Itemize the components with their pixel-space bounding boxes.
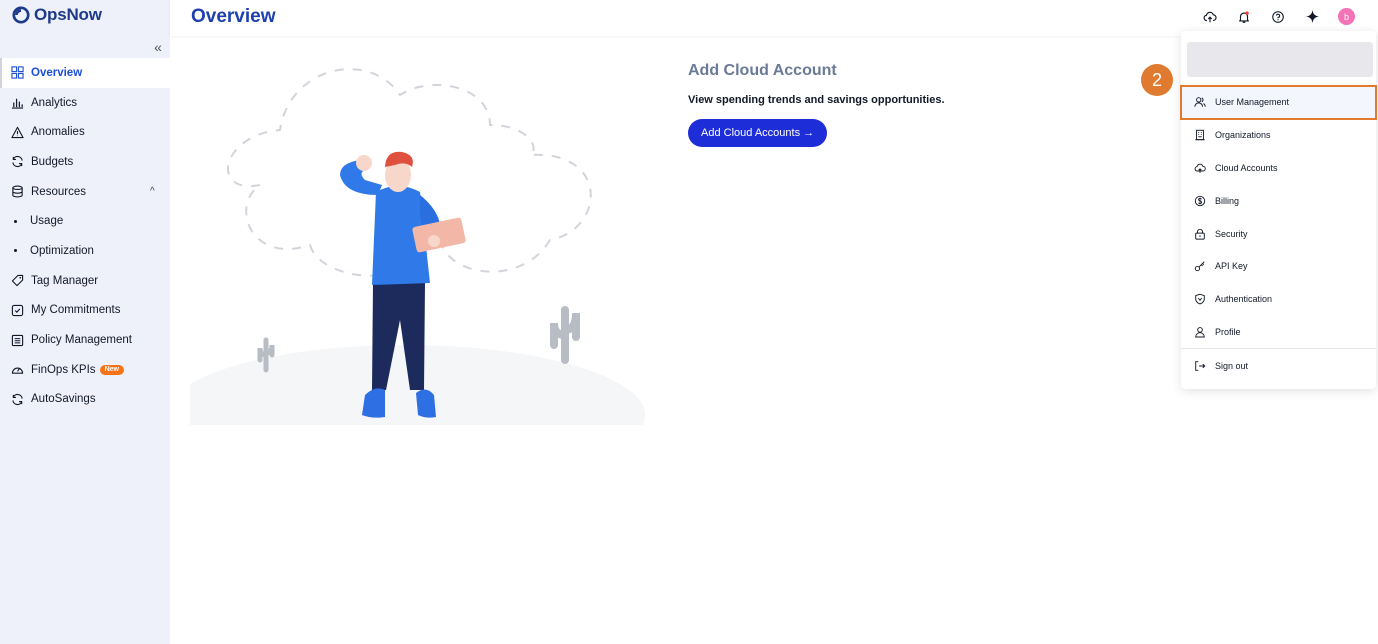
- sidebar-item-tag-manager[interactable]: Tag Manager: [0, 266, 170, 296]
- sidebar-item-resources[interactable]: Resources ^: [0, 177, 170, 207]
- new-badge: New: [99, 364, 124, 375]
- sidebar-nav: Overview Analytics Anomalies Budgets Res…: [0, 58, 170, 414]
- menu-item-label: Profile: [1215, 326, 1241, 337]
- add-cloud-accounts-button[interactable]: Add Cloud Accounts →: [688, 119, 828, 147]
- users-icon: [1193, 95, 1207, 109]
- key-icon: [1193, 259, 1207, 273]
- grid-icon: [10, 66, 24, 80]
- sidebar-item-label: AutoSavings: [31, 393, 96, 406]
- dollar-icon: [1193, 194, 1207, 208]
- sidebar-item-analytics[interactable]: Analytics: [0, 88, 170, 118]
- sidebar-item-label: Budgets: [31, 155, 74, 168]
- menu-item-label: User Management: [1215, 97, 1290, 108]
- menu-item-label: Billing: [1215, 195, 1240, 206]
- opsnow-logo-icon: [12, 6, 30, 24]
- checkbox-icon: [10, 303, 24, 317]
- menu-item-label: Cloud Accounts: [1215, 162, 1278, 173]
- menu-item-label: Authentication: [1215, 294, 1273, 305]
- sparkle-icon[interactable]: [1304, 9, 1320, 25]
- menu-item-user-management[interactable]: User Management: [1180, 85, 1377, 120]
- user-icon: [1193, 325, 1207, 339]
- chevron-up-icon[interactable]: ^: [150, 186, 155, 197]
- warning-icon: [10, 125, 24, 139]
- sidebar-item-label: My Commitments: [31, 304, 121, 317]
- sidebar-item-label: Optimization: [30, 244, 94, 257]
- sidebar-item-my-commitments[interactable]: My Commitments: [0, 296, 170, 326]
- user-info-placeholder: [1187, 42, 1373, 77]
- sidebar-item-label: Usage: [30, 215, 64, 228]
- sidebar-item-overview[interactable]: Overview: [0, 58, 170, 88]
- menu-item-label: Sign out: [1215, 360, 1249, 371]
- sidebar-item-label: Analytics: [31, 96, 78, 109]
- refresh-icon: [10, 392, 24, 406]
- building-icon: [1193, 128, 1207, 142]
- menu-item-security[interactable]: Security: [1181, 217, 1376, 250]
- menu-item-sign-out[interactable]: Sign out: [1181, 349, 1376, 382]
- sidebar: OpsNow « Overview Analytics Anomalies Bu…: [0, 0, 170, 644]
- header-actions: b: [1202, 8, 1355, 25]
- add-cloud-account-section: Add Cloud Account View spending trends a…: [688, 62, 945, 147]
- list-icon: [10, 333, 24, 347]
- user-menu-items: User Management Organizations Cloud Acco…: [1180, 85, 1377, 382]
- empty-state-illustration: [190, 68, 645, 425]
- avatar[interactable]: b: [1338, 8, 1355, 25]
- sidebar-item-label: Tag Manager: [31, 274, 99, 287]
- sidebar-item-anomalies[interactable]: Anomalies: [0, 117, 170, 147]
- sidebar-item-label: Overview: [31, 66, 83, 79]
- menu-item-label: API Key: [1215, 261, 1248, 272]
- shield-icon: [1193, 292, 1207, 306]
- cloud-upload-icon[interactable]: [1202, 9, 1218, 25]
- notification-bell-icon[interactable]: [1236, 9, 1252, 25]
- app: OpsNow « Overview Analytics Anomalies Bu…: [0, 0, 1378, 644]
- logo-text: OpsNow: [34, 5, 102, 24]
- refresh-icon: [10, 155, 24, 169]
- menu-item-api-key[interactable]: API Key: [1181, 250, 1376, 283]
- menu-item-organizations[interactable]: Organizations: [1181, 119, 1376, 152]
- lock-icon: [1193, 227, 1207, 241]
- tag-icon: [10, 274, 24, 288]
- menu-item-label: Organizations: [1215, 130, 1271, 141]
- user-menu-dropdown: User Management Organizations Cloud Acco…: [1180, 31, 1377, 389]
- menu-item-label: Security: [1215, 228, 1248, 239]
- gauge-icon: [10, 363, 24, 377]
- page-title: Overview: [191, 6, 276, 27]
- menu-item-authentication[interactable]: Authentication: [1181, 283, 1376, 316]
- logo[interactable]: OpsNow: [12, 5, 102, 25]
- sidebar-item-label: Resources: [31, 185, 86, 198]
- menu-item-cloud-accounts[interactable]: Cloud Accounts: [1181, 152, 1376, 185]
- database-icon: [10, 185, 24, 199]
- sidebar-item-usage[interactable]: Usage: [0, 206, 170, 236]
- bullet-icon: [14, 249, 17, 253]
- help-icon[interactable]: [1270, 9, 1286, 25]
- section-description: View spending trends and savings opportu…: [688, 94, 945, 106]
- sidebar-item-budgets[interactable]: Budgets: [0, 147, 170, 177]
- sign-out-icon: [1193, 359, 1207, 373]
- bar-chart-icon: [10, 96, 24, 110]
- menu-item-billing[interactable]: Billing: [1181, 184, 1376, 217]
- sidebar-item-policy-management[interactable]: Policy Management: [0, 325, 170, 355]
- collapse-sidebar-button[interactable]: «: [150, 40, 166, 56]
- sidebar-item-autosavings[interactable]: AutoSavings: [0, 385, 170, 415]
- menu-item-profile[interactable]: Profile: [1181, 316, 1376, 349]
- sidebar-item-label: Policy Management: [31, 334, 132, 347]
- sidebar-item-label: Anomalies: [31, 126, 85, 139]
- sidebar-item-finops-kpis[interactable]: FinOps KPIs New: [0, 355, 170, 385]
- step-number-badge: 2: [1141, 64, 1173, 96]
- bullet-icon: [14, 219, 17, 223]
- sidebar-item-optimization[interactable]: Optimization: [0, 236, 170, 266]
- cloud-icon: [1193, 161, 1207, 175]
- section-title: Add Cloud Account: [688, 62, 837, 79]
- sidebar-item-label: FinOps KPIs: [31, 363, 96, 376]
